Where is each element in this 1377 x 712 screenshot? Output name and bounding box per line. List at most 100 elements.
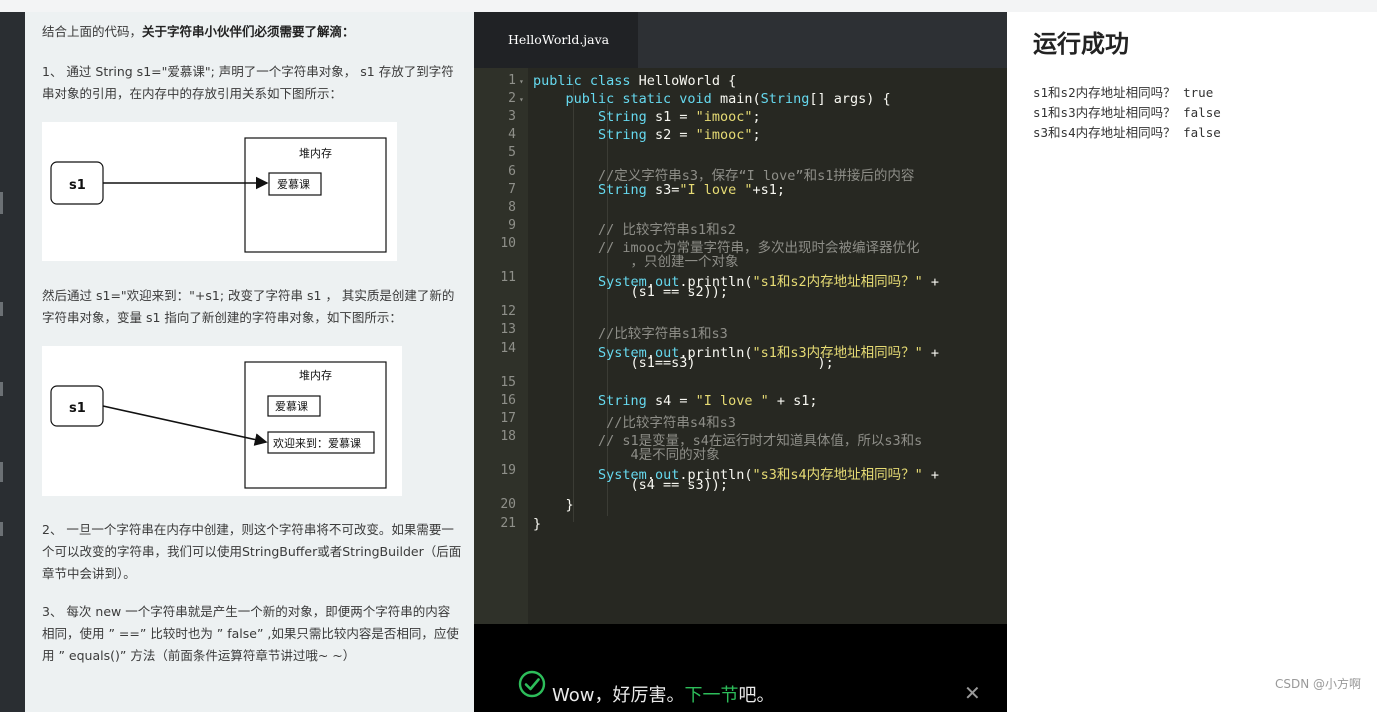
- code-editor[interactable]: HelloWorld.java 1 ▾ public class HelloWorl…: [474, 12, 1007, 712]
- output-line-3: s3和s4内存地址相同吗？ false: [1033, 125, 1221, 140]
- code-line: String s3="I love "+s1;: [533, 182, 785, 198]
- line-number: 6: [508, 163, 516, 179]
- variable-label: s1: [69, 178, 86, 193]
- line-number: 21: [500, 515, 516, 531]
- code-token: public class: [533, 73, 639, 89]
- code-token: +: [922, 467, 940, 484]
- fold-arrow-icon[interactable]: ▾: [519, 77, 524, 86]
- code-line: }: [533, 516, 541, 532]
- line-number: 9: [508, 217, 516, 233]
- code-token: String: [598, 392, 647, 409]
- code-line: //比较字符串s1和s3: [533, 322, 728, 342]
- output-line-1: s1和s2内存地址相同吗？ true: [1033, 85, 1214, 100]
- code-line: String s2 = "imooc";: [533, 127, 761, 143]
- memory-diagram-2: 堆内存 s1 爱慕课 欢迎来到：爱慕课: [42, 346, 402, 496]
- code-token: ，只创建一个对象: [533, 254, 739, 270]
- code-token: + s1;: [768, 392, 818, 409]
- line-number: 18: [500, 429, 516, 444]
- heap-label: 堆内存: [299, 146, 332, 160]
- code-token: HelloWorld {: [638, 73, 737, 89]
- code-token: ;: [752, 109, 761, 126]
- line-number: 16: [500, 392, 516, 408]
- code-token: (s4 == s3));: [533, 477, 729, 494]
- line-number: 2: [508, 91, 516, 107]
- old-object-label: 爱慕课: [275, 399, 308, 413]
- code-token: "s3和s4内存地址相同吗？": [752, 467, 923, 484]
- code-token: String: [598, 109, 647, 126]
- code-line: String s1 = "imooc";: [533, 109, 761, 125]
- code-token: "imooc": [695, 127, 753, 144]
- code-token: "s1和s2内存地址相同吗？": [752, 274, 923, 291]
- code-token: [] args) {: [809, 91, 891, 108]
- code-token: s4 =: [646, 392, 696, 409]
- code-token: "imooc": [695, 109, 753, 126]
- code-token: String: [598, 181, 647, 198]
- line-number: 11: [500, 270, 516, 286]
- check-circle-icon: [518, 670, 546, 698]
- code-line: //定义字符串s3，保存“I love”和s1拼接后的内容: [533, 164, 914, 184]
- fold-arrow-icon[interactable]: ▾: [519, 95, 524, 104]
- next-section-link[interactable]: 下一节: [684, 685, 738, 706]
- code-token: public static void: [565, 91, 720, 108]
- lesson-panel: 结合上面的代码，关于字符串小伙伴们必须需要了解滴： 1、 通过 String s…: [25, 12, 474, 712]
- code-line: }: [533, 497, 574, 513]
- watermark: CSDN @小方啊: [1274, 677, 1361, 691]
- object-label: 爱慕课: [277, 177, 310, 191]
- line-number: 1: [508, 73, 516, 88]
- code-token: s1 =: [646, 109, 696, 126]
- result-title: 运行成功: [1033, 30, 1129, 58]
- code-line: public static void main(String[] args) {: [533, 91, 891, 107]
- line-number: 10: [500, 235, 516, 251]
- code-line: String s4 = "I love " + s1;: [533, 393, 818, 409]
- code-token: ;: [752, 127, 761, 144]
- code-line-wrap: (s1==s3) );: [533, 355, 834, 371]
- code-line-wrap: (s1 == s2));: [533, 284, 729, 301]
- code-token: +: [922, 274, 940, 291]
- close-icon[interactable]: ✕: [964, 683, 981, 703]
- toast-message: Wow，好厉害。下一节吧。: [552, 685, 775, 706]
- code-line: //比较字符串s4和s3: [533, 411, 736, 431]
- code-area[interactable]: 1 ▾ public class HelloWorld { 2 ▾ public sta…: [474, 68, 1007, 624]
- code-line: public class HelloWorld {: [533, 73, 736, 89]
- code-token: }: [533, 515, 542, 532]
- result-panel: 运行成功 s1和s2内存地址相同吗？ true s1和s3内存地址相同吗？ fa…: [1007, 12, 1377, 712]
- lesson-paragraph-1: 1、 通过 String s1="爱慕课"; 声明了一个字符串对象， s1 存放…: [42, 64, 454, 101]
- line-number: 7: [508, 181, 516, 197]
- code-line-wrap: (s4 == s3));: [533, 477, 729, 494]
- reference-arrow: [102, 405, 268, 446]
- lesson-paragraph-4: 3、 每次 new 一个字符串就是产生一个新的对象，即便两个字符串的内容相同，使…: [42, 604, 459, 663]
- code-token: (s1==s3) );: [533, 354, 834, 371]
- code-token: String: [760, 91, 810, 108]
- line-number: 12: [500, 304, 516, 320]
- line-number: 8: [508, 199, 516, 215]
- code-token: }: [533, 497, 574, 514]
- code-token: +: [922, 344, 940, 361]
- code-token: "I love ": [679, 181, 753, 198]
- lesson-paragraph-3: 2、 一旦一个字符串在内存中创建，则这个字符串将不可改变。如果需要一个可以改变的…: [42, 522, 462, 581]
- line-number: 15: [500, 374, 516, 390]
- new-object-label: 欢迎来到：爱慕课: [273, 436, 361, 450]
- line-number: 14: [500, 340, 516, 356]
- line-number: 3: [508, 109, 516, 125]
- code-line-wrap: ，只创建一个对象: [533, 250, 739, 270]
- line-number: 20: [500, 497, 516, 513]
- code-token: s3=: [646, 181, 680, 198]
- code-token: String: [598, 127, 647, 144]
- code-token: (s1 == s2));: [533, 284, 729, 301]
- line-number: 17: [500, 410, 516, 426]
- left-nav-strip[interactable]: [0, 12, 25, 712]
- code-token: +s1;: [752, 181, 785, 198]
- line-number: 5: [508, 145, 516, 161]
- code-token: s2 =: [646, 127, 696, 144]
- code-token: main(: [719, 91, 761, 108]
- intro-text: 结合上面的代码，关于字符串小伙伴们必须需要了解滴：: [42, 24, 355, 39]
- code-line: // 比较字符串s1和s2: [533, 218, 736, 238]
- success-toast: Wow，好厉害。下一节吧。 ✕: [474, 624, 1007, 712]
- memory-diagram-1: 堆内存 s1 爱慕课: [42, 122, 397, 261]
- line-number: 19: [500, 463, 516, 479]
- tab-helloworld-java[interactable]: HelloWorld.java: [474, 12, 638, 68]
